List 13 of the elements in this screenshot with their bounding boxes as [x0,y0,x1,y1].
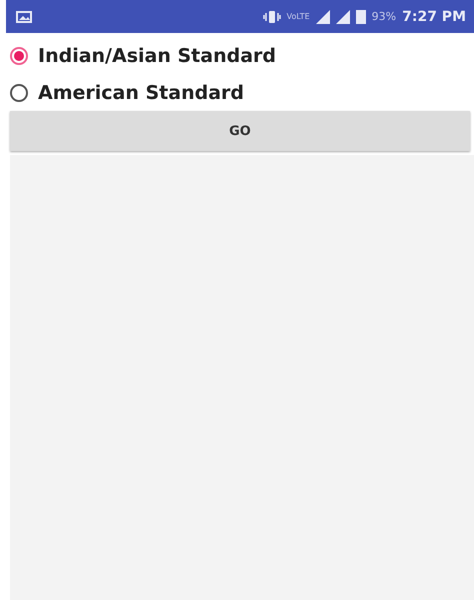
radio-button[interactable] [10,84,28,102]
signal-icon [336,10,350,24]
image-icon [16,10,32,22]
vibrate-icon [262,10,281,24]
battery-percent: 93% [372,10,396,23]
signal-icon [316,10,330,24]
clock: 7:27 PM [402,8,466,24]
option-label[interactable]: Indian/Asian Standard [38,44,276,66]
network-label: VoLTE [286,12,310,21]
option-label[interactable]: American Standard [38,82,244,104]
go-button[interactable]: GO [10,111,470,151]
battery-icon [356,9,366,24]
radio-button[interactable] [10,46,28,64]
